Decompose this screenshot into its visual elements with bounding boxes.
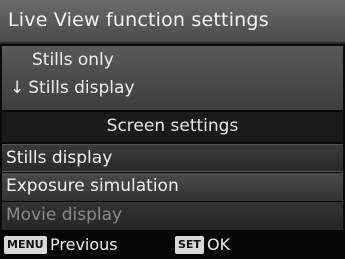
setting-label: Stills display xyxy=(6,148,113,168)
footer-bar: MENU Previous SET OK xyxy=(0,232,345,259)
setting-label: Exposure simulation xyxy=(6,176,179,196)
setting-label: Movie display xyxy=(6,205,123,225)
screen-settings-header: Screen settings xyxy=(2,112,343,142)
menu-button-icon[interactable]: MENU xyxy=(4,236,47,254)
mode-option-stills-display[interactable]: ↓ Stills display xyxy=(10,78,135,98)
mode-option-stills-only[interactable]: Stills only xyxy=(32,50,114,70)
ok-label: OK xyxy=(207,235,231,254)
mode-option-label: Stills display xyxy=(28,78,135,98)
menu-title: Live View function settings xyxy=(8,9,269,31)
section-title: Screen settings xyxy=(106,116,239,136)
setting-row-exposure-simulation[interactable]: Exposure simulation xyxy=(2,173,343,201)
live-view-mode-panel: Stills only ↓ Stills display xyxy=(2,46,343,110)
mode-option-label: Stills only xyxy=(32,50,114,70)
arrow-down-icon: ↓ xyxy=(10,78,25,98)
previous-label: Previous xyxy=(50,235,118,254)
camera-menu-screen: Live View function settings Stills only … xyxy=(0,0,345,259)
setting-row-movie-display: Movie display xyxy=(2,202,343,230)
set-button-icon[interactable]: SET xyxy=(175,236,204,254)
menu-title-bar: Live View function settings xyxy=(0,0,345,44)
setting-row-stills-display[interactable]: Stills display xyxy=(2,144,343,172)
